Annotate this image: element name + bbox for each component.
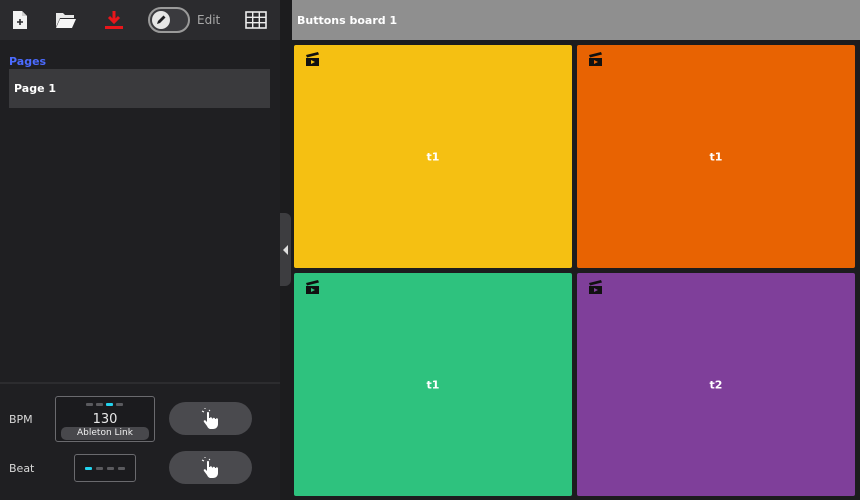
board-title: Buttons board 1 bbox=[297, 14, 398, 27]
pad-label: t2 bbox=[709, 378, 723, 391]
pad-label: t1 bbox=[709, 150, 723, 163]
pencil-icon bbox=[157, 15, 166, 24]
tap-beat-button[interactable] bbox=[169, 451, 252, 484]
bpm-display[interactable]: 130 Ableton Link bbox=[55, 396, 155, 442]
new-file-button[interactable] bbox=[6, 6, 34, 34]
bpm-label: BPM bbox=[9, 413, 33, 426]
board-header: Buttons board 1 bbox=[292, 0, 860, 40]
panel-divider bbox=[0, 382, 280, 384]
page-item-label: Page 1 bbox=[14, 82, 57, 95]
tap-hand-icon bbox=[201, 407, 218, 429]
toolbar: Edit bbox=[0, 0, 280, 40]
beat-dash bbox=[118, 467, 125, 470]
chevron-left-icon bbox=[282, 244, 288, 255]
collapse-sidebar-handle[interactable] bbox=[280, 213, 291, 286]
beat-dash bbox=[116, 403, 123, 406]
app-window: Edit Pages Page 1 BPM 130 Ableton Link B… bbox=[0, 0, 860, 500]
pad-button[interactable]: t2 bbox=[577, 273, 855, 496]
beat-dash-active bbox=[106, 403, 113, 406]
pad-label: t1 bbox=[426, 378, 440, 391]
grid-icon bbox=[245, 11, 267, 29]
beat-dash bbox=[96, 467, 103, 470]
tap-hand-icon bbox=[201, 456, 218, 478]
edit-label: Edit bbox=[197, 13, 221, 27]
pad-button[interactable]: t1 bbox=[294, 273, 572, 496]
page-item[interactable]: Page 1 bbox=[9, 69, 270, 108]
open-folder-icon bbox=[56, 13, 76, 28]
beat-display bbox=[74, 454, 136, 482]
beat-label: Beat bbox=[9, 462, 35, 475]
left-panel: Edit Pages Page 1 BPM 130 Ableton Link B… bbox=[0, 0, 280, 500]
new-file-icon bbox=[13, 11, 27, 29]
clapperboard-icon bbox=[589, 52, 602, 66]
clapperboard-icon bbox=[589, 280, 602, 294]
download-icon bbox=[105, 11, 123, 29]
pad-button[interactable]: t1 bbox=[294, 45, 572, 268]
open-folder-button[interactable] bbox=[52, 6, 80, 34]
tap-tempo-button[interactable] bbox=[169, 402, 252, 435]
pad-button[interactable]: t1 bbox=[577, 45, 855, 268]
clapperboard-icon bbox=[306, 280, 319, 294]
pad-label: t1 bbox=[426, 150, 440, 163]
edit-toggle-knob bbox=[152, 11, 170, 29]
beat-dash bbox=[96, 403, 103, 406]
beat-dash-active bbox=[85, 467, 92, 470]
edit-toggle[interactable] bbox=[148, 7, 190, 33]
pages-heading: Pages bbox=[9, 55, 47, 68]
grid-view-button[interactable] bbox=[242, 6, 270, 34]
ableton-link-button[interactable]: Ableton Link bbox=[61, 427, 149, 440]
download-button[interactable] bbox=[100, 6, 128, 34]
beat-dash bbox=[107, 467, 114, 470]
clapperboard-icon bbox=[306, 52, 319, 66]
bpm-value: 130 bbox=[92, 412, 118, 427]
beat-dash bbox=[86, 403, 93, 406]
